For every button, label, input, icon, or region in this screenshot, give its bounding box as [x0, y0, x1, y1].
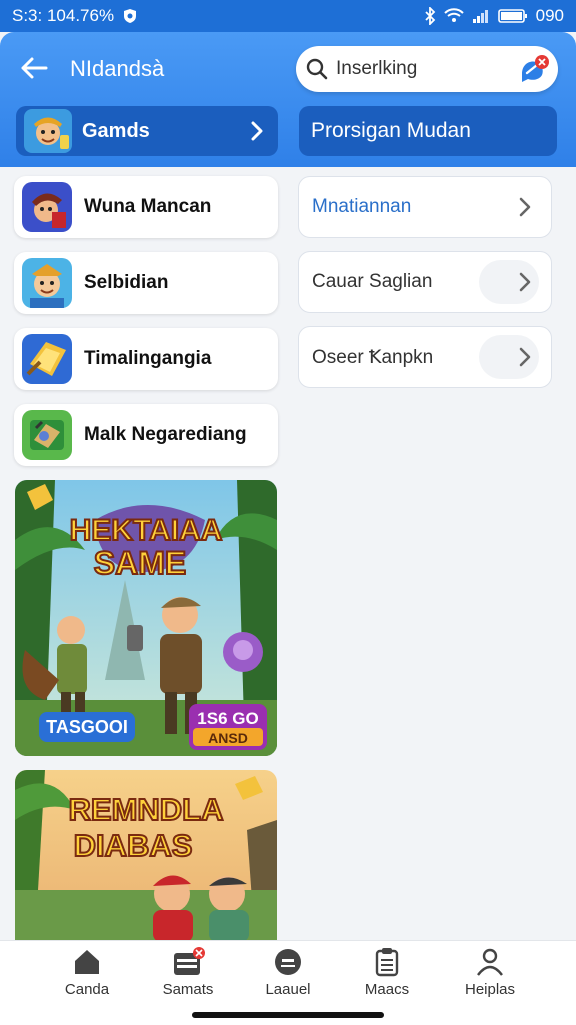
battery-icon	[497, 9, 527, 23]
banner-artwork: REMNDLA DIABAS	[15, 770, 277, 942]
list-item-label: Wuna Mancan	[84, 196, 212, 217]
list-item-label: Cauar Saglian	[312, 271, 433, 292]
game-banner[interactable]: HEKTAIAA SAME TASGOOI 1S6 GO ANSD	[15, 480, 277, 756]
banner-title-line2: SAME	[94, 545, 186, 581]
nav-item-label: Maacs	[364, 981, 410, 998]
games-button-label: Gamds	[82, 119, 150, 142]
wifi-icon	[443, 8, 464, 22]
game-controller-icon	[275, 949, 301, 975]
banner-price-line2: ANSD	[208, 730, 248, 746]
game-icon	[22, 258, 72, 308]
list-item-label: Selbidian	[84, 272, 169, 293]
list-item[interactable]: Malk Negarediang	[14, 404, 278, 466]
chevron-right-icon	[519, 272, 531, 292]
list-item-label: Mnatiannan	[312, 196, 412, 217]
nav-item-label: Heiplas	[464, 981, 516, 998]
game-icon	[22, 410, 72, 460]
search-bar[interactable]: Inserlking	[296, 46, 558, 92]
games-button[interactable]: Gamds	[16, 106, 278, 156]
game-icon	[22, 182, 72, 232]
list-item-label: Oseer Ꝁanpkn	[312, 346, 434, 368]
app-header: NIdandsà Inserlking Gamds Prorsigan Muda…	[0, 32, 576, 167]
list-item[interactable]: Oseer Ꝁanpkn	[298, 326, 552, 388]
program-button-label: Prorsigan Mudan	[311, 119, 471, 142]
nav-item-home[interactable]: Canda	[37, 947, 137, 998]
list-item[interactable]: Selbidian	[14, 252, 278, 314]
banner-title-line1: REMNDLA	[69, 792, 224, 827]
game-icon	[22, 334, 72, 384]
nav-item-stats[interactable]: Samats	[138, 947, 238, 998]
chevron-right-icon	[519, 347, 531, 367]
nav-item-help[interactable]: Heiplas	[440, 947, 540, 998]
page-title: NIdandsà	[70, 56, 165, 81]
calendar-icon	[174, 947, 205, 975]
banner-title-line1: HEKTAIAA	[70, 514, 223, 547]
banner-tag: TASGOOI	[46, 717, 128, 737]
nav-item-label: Laauel	[265, 981, 311, 998]
clipboard-icon	[375, 948, 399, 977]
status-bar: S:3: 104.76% 090	[0, 0, 576, 32]
home-indicator[interactable]	[192, 1012, 384, 1018]
program-button[interactable]: Prorsigan Mudan	[299, 106, 557, 156]
chevron-right-icon	[251, 121, 263, 141]
nav-item-label: Canda	[64, 981, 110, 998]
banner-price-line1: 1S6 GO	[197, 709, 258, 728]
nav-item-label: Samats	[162, 981, 214, 998]
list-item[interactable]: Cauar Saglian	[298, 251, 552, 313]
bluetooth-icon	[424, 7, 435, 25]
program-list: Mnatiannan Cauar Saglian Oseer Ꝁanpkn	[298, 176, 552, 401]
list-item-label: Timalingangia	[84, 348, 212, 369]
list-item[interactable]: Timalingangia	[14, 328, 278, 390]
list-item[interactable]: Mnatiannan	[298, 176, 552, 238]
game-list: Wuna Mancan Selbidian Timalingangia Malk…	[14, 176, 278, 480]
nav-item-level[interactable]: Laauel	[238, 947, 338, 998]
profile-icon	[477, 948, 503, 976]
shield-icon	[124, 9, 137, 23]
list-item[interactable]: Wuna Mancan	[14, 176, 278, 238]
games-thumbnail	[24, 109, 72, 153]
home-icon	[75, 950, 99, 974]
chevron-right-icon	[519, 197, 531, 217]
status-time: S:3: 104.76%	[12, 6, 115, 25]
back-arrow-icon[interactable]	[18, 52, 50, 84]
game-banner[interactable]: REMNDLA DIABAS	[15, 770, 277, 942]
signal-icon	[472, 10, 488, 23]
chat-notification-icon[interactable]	[518, 54, 550, 86]
nav-item-maps[interactable]: Maacs	[337, 947, 437, 998]
search-icon	[306, 58, 328, 80]
banner-artwork: HEKTAIAA SAME TASGOOI 1S6 GO ANSD	[15, 480, 277, 756]
search-input[interactable]: Inserlking	[336, 58, 417, 80]
banner-title-line2: DIABAS	[74, 828, 193, 863]
battery-percent: 090	[535, 6, 564, 25]
list-item-label: Malk Negarediang	[84, 424, 247, 445]
